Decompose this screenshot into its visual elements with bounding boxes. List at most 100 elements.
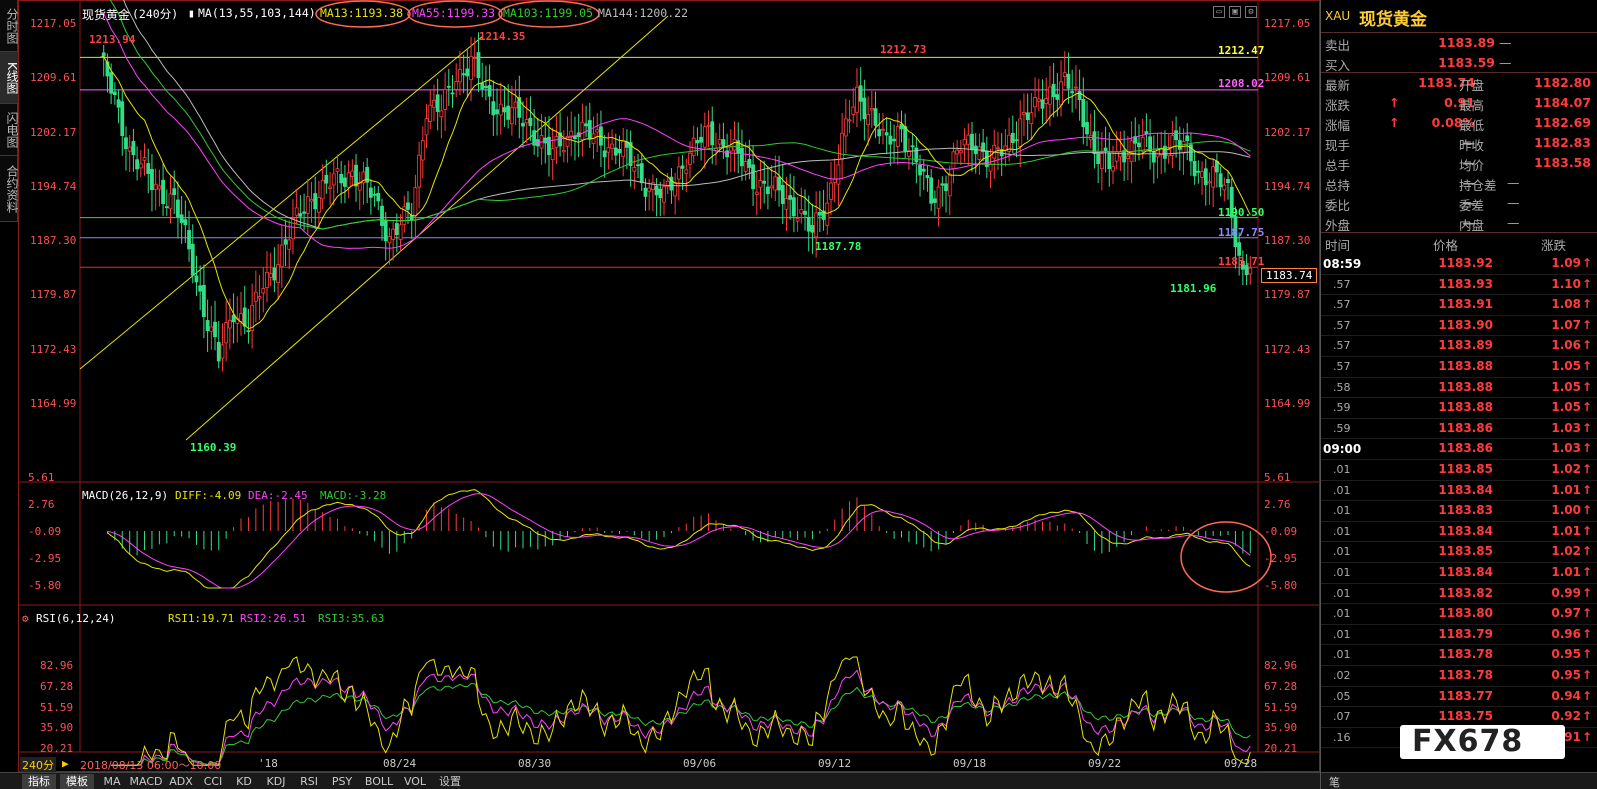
trade-change: 1.03	[1551, 441, 1581, 456]
low-right-label: 1181.96	[1170, 282, 1217, 295]
trade-row: .01 1183.85 1.02 ↑	[1321, 542, 1597, 563]
trade-row: 09:00 1183.86 1.03 ↑	[1321, 439, 1597, 460]
candle-body	[439, 110, 444, 118]
indicator-tab-3[interactable]: MACD	[128, 774, 164, 789]
candle-body	[1044, 98, 1049, 104]
low-mid-label: 1187.78	[815, 240, 862, 253]
trade-change: 1.01	[1551, 482, 1581, 497]
candle-body	[291, 218, 295, 240]
macd-tick-right: -2.95	[1264, 552, 1298, 566]
indicator-tab-5[interactable]: CCI	[200, 774, 226, 789]
trade-change: 1.06	[1551, 338, 1581, 353]
candle-body	[613, 147, 618, 156]
trade-time: .07	[1333, 710, 1351, 724]
candle-body	[639, 163, 644, 184]
tab-ticks[interactable]: 笔	[1329, 774, 1340, 789]
candle-body	[213, 321, 217, 338]
tab-timeshare[interactable]: 分时图	[0, 0, 19, 52]
macd-panel	[106, 489, 1251, 589]
indicator-tab-4[interactable]: ADX	[168, 774, 194, 789]
indicator-tab-2[interactable]: MA	[100, 774, 124, 789]
trade-price: 1183.78	[1438, 647, 1493, 662]
candle-body	[109, 72, 114, 94]
candle-body	[161, 179, 165, 204]
trade-price: 1183.88	[1438, 400, 1493, 415]
indicator-tab-11[interactable]: VOL	[402, 774, 428, 789]
trade-price: 1183.84	[1438, 523, 1493, 538]
indicator-tab-10[interactable]: BOLL	[362, 774, 396, 789]
trade-price: 1183.86	[1438, 441, 1493, 456]
candle-body	[910, 145, 915, 148]
low-left-label: 1160.39	[190, 441, 237, 454]
stat-label: 现手	[1325, 138, 1351, 153]
trade-row: .57 1183.88 1.05 ↑	[1321, 357, 1597, 378]
date-tick: 08/30	[518, 757, 552, 770]
period-arrow-icon[interactable]: ▶	[62, 757, 69, 770]
candle-body	[112, 91, 117, 96]
stat-row: 总手 — 均价 1183.58	[1321, 153, 1597, 173]
stat-label: 委比	[1325, 198, 1351, 213]
indicator-tab-1[interactable]: 模板	[60, 774, 94, 789]
candle-body	[673, 182, 678, 197]
candle-body	[469, 56, 473, 80]
candle-body	[543, 137, 548, 144]
sell-row: 卖出 1183.89 —	[1321, 33, 1597, 53]
candle-body	[951, 151, 956, 170]
period-selector[interactable]: 240分	[20, 757, 56, 773]
indicator-tab-6[interactable]: KD	[232, 774, 256, 789]
candle-body	[302, 211, 306, 214]
chart-title: 现货黄金	[82, 8, 131, 22]
date-range: 2018/08/13 06:00～10:00	[80, 759, 222, 772]
tab-flash[interactable]: 闪电图	[0, 104, 19, 156]
trade-price: 1183.92	[1438, 256, 1493, 270]
high-left-label: 1213.94	[89, 33, 136, 46]
candle-body	[268, 273, 273, 278]
col-time: 时间	[1325, 238, 1351, 253]
rsi-settings-icon[interactable]: ⚙	[22, 612, 29, 625]
candle-body	[194, 275, 199, 283]
stat-row: 最新 1183.74 开盘 1182.80	[1321, 73, 1597, 93]
trade-change: 1.02	[1551, 544, 1581, 559]
window-icon[interactable]: ▣	[1229, 6, 1241, 18]
indicator-tab-8[interactable]: RSI	[296, 774, 322, 789]
settings-icon[interactable]: ⚙	[1245, 6, 1257, 18]
candle-body	[127, 146, 132, 152]
candle-body	[354, 164, 358, 187]
stat-label: 总持	[1325, 178, 1351, 193]
candle-body	[858, 85, 863, 102]
candle-body	[343, 177, 347, 187]
candle-body	[502, 107, 507, 113]
candle-body	[932, 198, 937, 203]
line-green-label: 1190.50	[1218, 206, 1265, 219]
indicator-tab-7[interactable]: KDJ	[262, 774, 290, 789]
tab-contract-info[interactable]: 合约资料	[0, 156, 19, 222]
candle-body	[832, 178, 837, 183]
candle-body	[996, 147, 1000, 150]
up-arrow-icon: ↑	[1582, 544, 1593, 559]
chart-type-icon: ▮	[188, 6, 195, 20]
candle-body	[498, 103, 503, 116]
candle-body	[691, 137, 696, 157]
trade-price: 1183.84	[1438, 482, 1493, 497]
stat-value: —	[1507, 195, 1520, 210]
chart-canvas[interactable]	[18, 0, 1320, 772]
candle-body	[524, 119, 529, 124]
tab-kline[interactable]: K线图	[0, 52, 19, 104]
candle-body	[391, 228, 396, 240]
candle-body	[721, 139, 726, 147]
ma55-value: MA55:1199.33	[412, 6, 496, 20]
candle-body	[695, 140, 700, 144]
candle-body	[1237, 242, 1242, 256]
restore-icon[interactable]: ▭	[1213, 6, 1225, 18]
trade-row: .59 1183.88 1.05 ↑	[1321, 398, 1597, 419]
indicator-tab-12[interactable]: 设置	[436, 774, 464, 789]
candle-body	[131, 141, 136, 156]
candle-body	[803, 210, 807, 215]
indicator-tab-9[interactable]: PSY	[328, 774, 356, 789]
indicator-tab-0[interactable]: 指标	[22, 774, 56, 789]
stat-label: 昨收	[1459, 138, 1485, 153]
candle-body	[836, 164, 841, 185]
candle-body	[1018, 118, 1023, 147]
trade-change: 1.05	[1551, 359, 1581, 373]
candle-body	[710, 121, 715, 146]
